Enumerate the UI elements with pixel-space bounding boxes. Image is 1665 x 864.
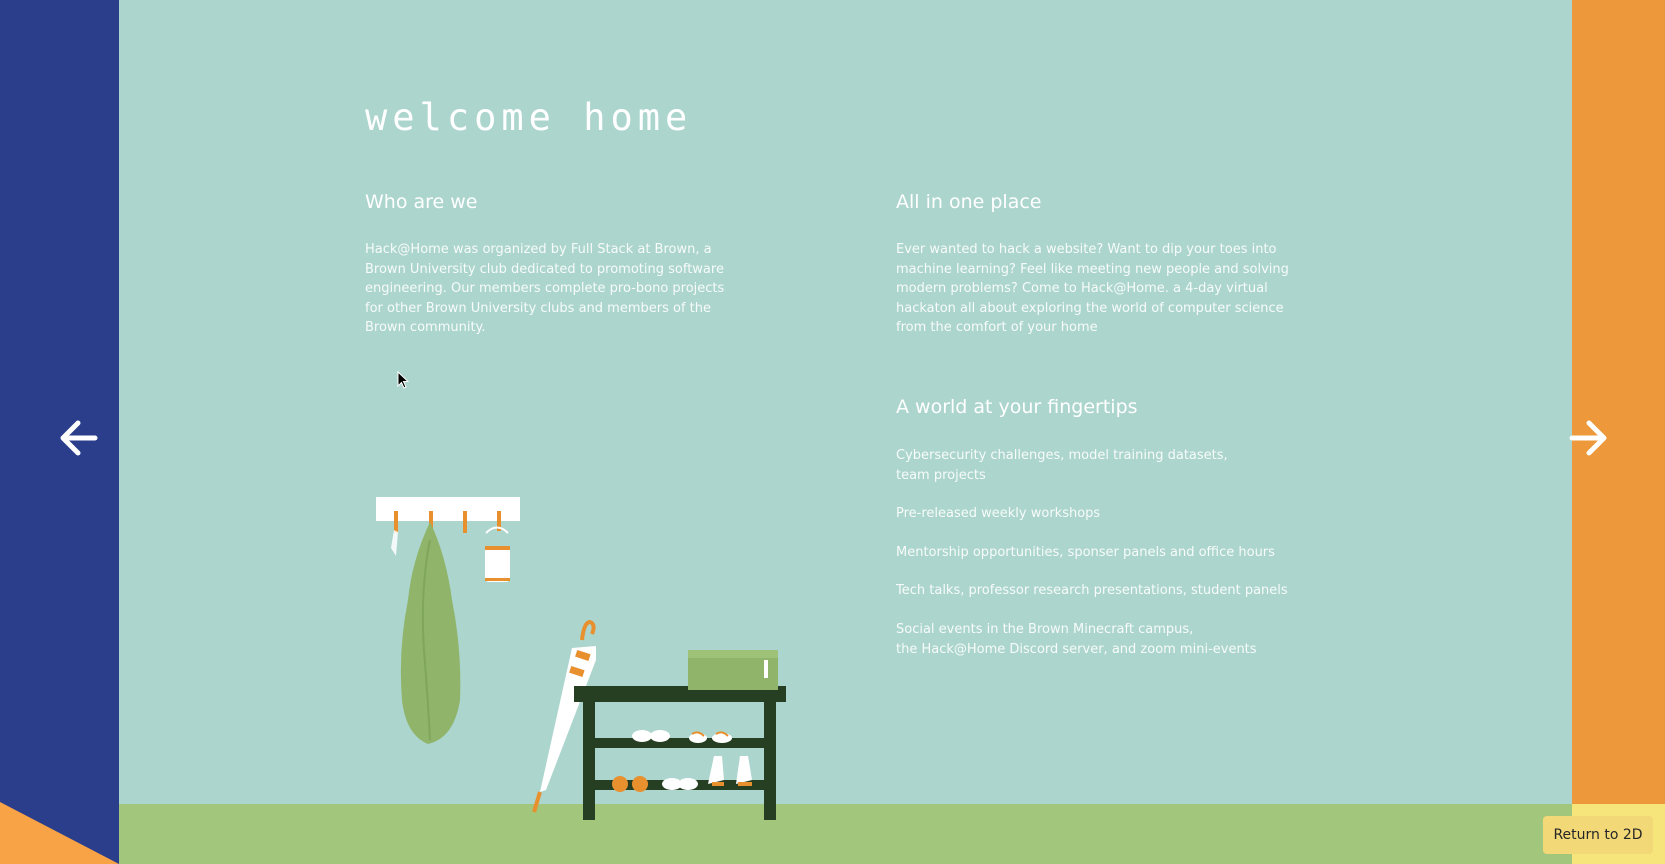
mouse-cursor-icon <box>397 371 409 389</box>
tote-bag <box>485 526 510 582</box>
green-box <box>688 650 778 690</box>
return-to-2d-button[interactable]: Return to 2D <box>1543 816 1653 854</box>
arrow-right-icon[interactable] <box>1568 417 1610 459</box>
shoe-shelf <box>574 686 786 820</box>
arrow-left-icon[interactable] <box>57 417 99 459</box>
coat <box>400 522 461 744</box>
entryway-illustration <box>376 497 786 820</box>
